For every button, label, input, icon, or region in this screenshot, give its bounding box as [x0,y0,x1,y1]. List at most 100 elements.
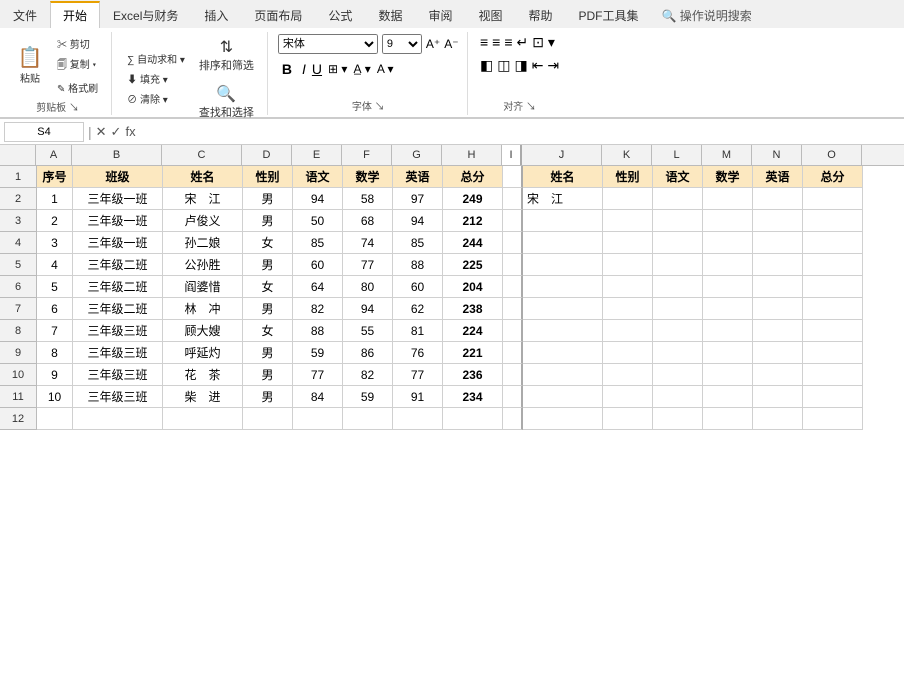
cell-k11[interactable] [603,386,653,408]
cell-g8[interactable]: 81 [393,320,443,342]
cell-a1[interactable]: 序号 [37,166,73,188]
cell-a11[interactable]: 10 [37,386,73,408]
font-size-select[interactable]: 9 [382,34,422,54]
align-middle-icon[interactable]: ≡ [492,34,500,51]
tab-excel-finance[interactable]: Excel与财务 [100,2,191,28]
cell-n9[interactable] [753,342,803,364]
cell-k8[interactable] [603,320,653,342]
tab-page-layout[interactable]: 页面布局 [241,2,315,28]
cell-m9[interactable] [703,342,753,364]
cell-e3[interactable]: 50 [293,210,343,232]
cell-e12[interactable] [293,408,343,430]
cell-m11[interactable] [703,386,753,408]
cell-n12[interactable] [753,408,803,430]
cell-f9[interactable]: 86 [343,342,393,364]
cell-b7[interactable]: 三年级二班 [73,298,163,320]
col-header-n[interactable]: N [752,145,802,165]
cell-d8[interactable]: 女 [243,320,293,342]
cell-d10[interactable]: 男 [243,364,293,386]
align-center-icon[interactable]: ◫ [497,57,510,74]
cell-j3[interactable] [523,210,603,232]
italic-button[interactable]: I [302,61,306,77]
cell-d1[interactable]: 性别 [243,166,293,188]
cell-k1[interactable]: 性别 [603,166,653,188]
cell-b11[interactable]: 三年级三班 [73,386,163,408]
copy-button[interactable]: 🗐 复制 ▾ [52,54,103,77]
cell-f1[interactable]: 数学 [343,166,393,188]
tab-pdf[interactable]: PDF工具集 [566,2,652,28]
cell-n2[interactable] [753,188,803,210]
row-header-1[interactable]: 1 [0,166,36,188]
cell-b5[interactable]: 三年级二班 [73,254,163,276]
cell-i2[interactable] [503,188,523,210]
cell-i5[interactable] [503,254,523,276]
cell-i10[interactable] [503,364,523,386]
cell-e6[interactable]: 64 [293,276,343,298]
paste-button[interactable]: 📋 粘贴 [12,43,48,88]
cell-n6[interactable] [753,276,803,298]
col-header-e[interactable]: E [292,145,342,165]
tab-insert[interactable]: 插入 [191,2,241,28]
font-grow-icon[interactable]: A⁺ [426,37,440,51]
col-header-l[interactable]: L [652,145,702,165]
cell-m6[interactable] [703,276,753,298]
cell-m7[interactable] [703,298,753,320]
cell-d12[interactable] [243,408,293,430]
cell-k9[interactable] [603,342,653,364]
cell-m3[interactable] [703,210,753,232]
cell-l11[interactable] [653,386,703,408]
cell-g9[interactable]: 76 [393,342,443,364]
cell-b12[interactable] [73,408,163,430]
cell-h10[interactable]: 236 [443,364,503,386]
col-header-k[interactable]: K [602,145,652,165]
cell-o3[interactable] [803,210,863,232]
row-header-8[interactable]: 8 [0,320,36,342]
col-header-h[interactable]: H [442,145,502,165]
cell-l2[interactable] [653,188,703,210]
cell-c5[interactable]: 公孙胜 [163,254,243,276]
cell-i8[interactable] [503,320,523,342]
formula-confirm-icon[interactable]: ✓ [111,124,122,140]
cell-d2[interactable]: 男 [243,188,293,210]
cell-n1[interactable]: 英语 [753,166,803,188]
cell-i12[interactable] [503,408,523,430]
cell-c7[interactable]: 林 冲 [163,298,243,320]
cell-g12[interactable] [393,408,443,430]
cell-a9[interactable]: 8 [37,342,73,364]
cell-o10[interactable] [803,364,863,386]
cell-d7[interactable]: 男 [243,298,293,320]
cell-h3[interactable]: 212 [443,210,503,232]
cell-e2[interactable]: 94 [293,188,343,210]
cell-n4[interactable] [753,232,803,254]
cell-n11[interactable] [753,386,803,408]
cell-n10[interactable] [753,364,803,386]
cell-h11[interactable]: 234 [443,386,503,408]
border-button[interactable]: ⊞ ▾ [328,62,347,76]
cell-k12[interactable] [603,408,653,430]
row-header-11[interactable]: 11 [0,386,36,408]
cell-f7[interactable]: 94 [343,298,393,320]
row-header-4[interactable]: 4 [0,232,36,254]
cell-b10[interactable]: 三年级三班 [73,364,163,386]
cell-l7[interactable] [653,298,703,320]
cell-f5[interactable]: 77 [343,254,393,276]
cell-e4[interactable]: 85 [293,232,343,254]
cell-a5[interactable]: 4 [37,254,73,276]
cell-l9[interactable] [653,342,703,364]
cell-e5[interactable]: 60 [293,254,343,276]
tab-help[interactable]: 帮助 [515,2,565,28]
indent-increase-icon[interactable]: ⇥ [547,57,559,74]
cell-o12[interactable] [803,408,863,430]
tab-view[interactable]: 视图 [465,2,515,28]
align-top-icon[interactable]: ≡ [480,34,488,51]
row-header-2[interactable]: 2 [0,188,36,210]
col-header-o[interactable]: O [802,145,862,165]
cell-a10[interactable]: 9 [37,364,73,386]
merge-icon[interactable]: ⊡ ▾ [532,34,555,51]
cell-k10[interactable] [603,364,653,386]
cell-j8[interactable] [523,320,603,342]
cell-d9[interactable]: 男 [243,342,293,364]
cell-i1[interactable] [503,166,523,188]
underline-button[interactable]: U [312,61,322,77]
cell-m8[interactable] [703,320,753,342]
